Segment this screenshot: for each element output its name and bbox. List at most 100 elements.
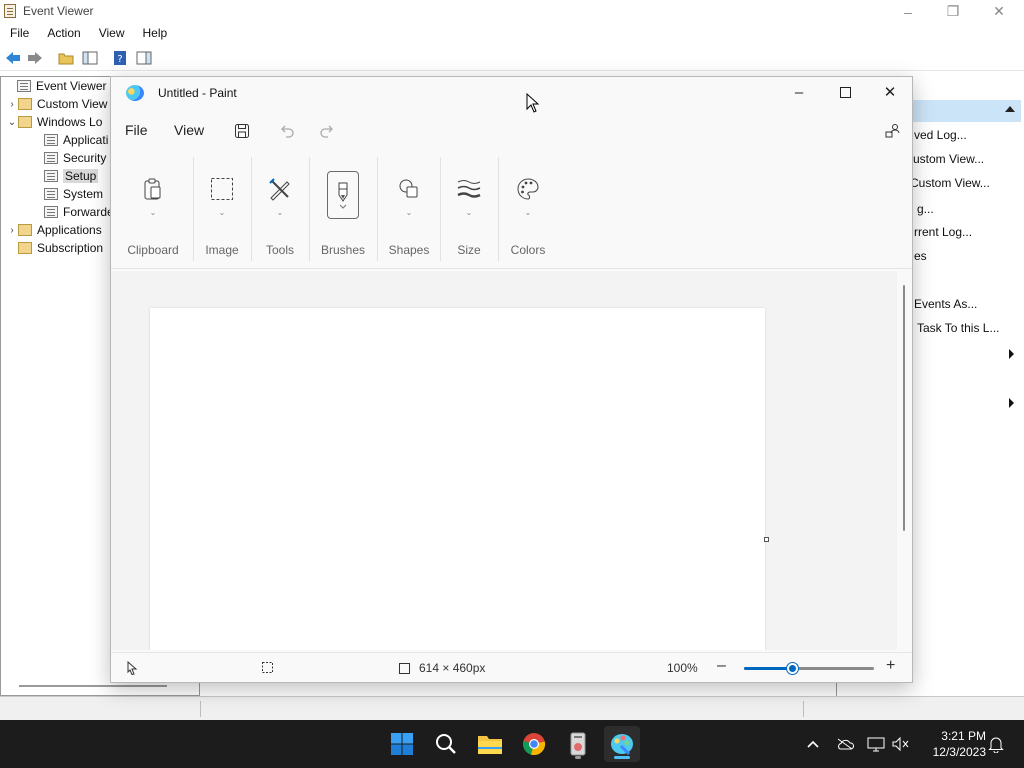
- undo-icon[interactable]: [274, 118, 300, 144]
- chevron-up-icon[interactable]: [803, 734, 823, 754]
- canvas-resize-handle[interactable]: [764, 537, 769, 542]
- stroke-size-icon[interactable]: [453, 173, 485, 205]
- paint-ribbon: ⌄ Clipboard ⌄ Image ⌄ Tools Brushes ⌄ Sh…: [111, 151, 912, 269]
- back-arrow-icon[interactable]: [4, 49, 22, 67]
- tree-item-application[interactable]: Applicati: [32, 131, 108, 149]
- action-clear-log[interactable]: g...: [917, 202, 934, 216]
- volume-muted-icon[interactable]: [891, 734, 911, 754]
- log-icon: [44, 134, 58, 146]
- ribbon-group-image[interactable]: ⌄ Image: [195, 153, 249, 265]
- taskbar-paint[interactable]: [604, 726, 640, 762]
- chevron-down-icon[interactable]: ⌄: [466, 208, 473, 217]
- ribbon-group-colors[interactable]: ⌄ Colors: [500, 153, 556, 265]
- ribbon-label: Image: [205, 243, 239, 257]
- submenu-arrow-icon[interactable]: [1009, 398, 1014, 408]
- ribbon-label: Clipboard: [127, 243, 179, 257]
- action-import-custom-view[interactable]: Custom View...: [910, 176, 990, 190]
- start-button[interactable]: [384, 726, 420, 762]
- tree-item-system[interactable]: System: [32, 185, 103, 203]
- select-rectangle-icon[interactable]: [206, 173, 238, 205]
- zoom-out-icon[interactable]: –: [717, 657, 726, 675]
- mouse-cursor-icon: [526, 92, 540, 113]
- canvas-vertical-scrollbar[interactable]: [903, 285, 905, 531]
- tree-item-event-viewer[interactable]: Event Viewer (Lo: [5, 77, 127, 95]
- save-icon[interactable]: [229, 118, 255, 144]
- notifications-bell-icon[interactable]: [986, 734, 1006, 754]
- action-properties[interactable]: es: [914, 249, 927, 263]
- console-tree-icon[interactable]: [81, 49, 99, 67]
- event-viewer-titlebar[interactable]: Event Viewer – ❐ ✕: [0, 0, 1024, 23]
- tools-icon[interactable]: [264, 173, 296, 205]
- menu-file[interactable]: File: [0, 23, 37, 44]
- menu-view[interactable]: View: [174, 122, 204, 138]
- chevron-down-icon[interactable]: ⌄: [150, 208, 157, 217]
- action-attach-task[interactable]: Task To this L...: [917, 321, 999, 335]
- log-icon: [44, 152, 58, 164]
- help-icon[interactable]: ?: [111, 49, 129, 67]
- brush-icon[interactable]: [327, 171, 359, 219]
- taskbar-search-button[interactable]: [428, 726, 464, 762]
- chevron-down-icon[interactable]: ⌄: [219, 208, 226, 217]
- zoom-in-icon[interactable]: +: [886, 657, 895, 675]
- menu-help[interactable]: Help: [133, 23, 176, 44]
- redo-icon[interactable]: [314, 118, 340, 144]
- ribbon-group-shapes[interactable]: ⌄ Shapes: [379, 153, 439, 265]
- canvas-size-status: 614 × 460px: [398, 661, 485, 675]
- menu-file[interactable]: File: [125, 122, 148, 138]
- tree-item-windows-logs[interactable]: ⌄ Windows Lo: [6, 113, 103, 131]
- taskbar-chrome[interactable]: [516, 726, 552, 762]
- network-icon[interactable]: [866, 734, 886, 754]
- ribbon-group-tools[interactable]: ⌄ Tools: [253, 153, 307, 265]
- tree-item-custom-views[interactable]: › Custom View: [6, 95, 107, 113]
- drawing-canvas[interactable]: [150, 308, 765, 650]
- action-create-custom-view[interactable]: ustom View...: [913, 152, 984, 166]
- open-folder-icon[interactable]: [57, 49, 75, 67]
- clipboard-icon[interactable]: [137, 173, 169, 205]
- account-settings-icon[interactable]: [880, 118, 906, 144]
- taskbar-file-explorer[interactable]: [472, 726, 508, 762]
- action-filter-current-log[interactable]: rrent Log...: [914, 225, 972, 239]
- zoom-slider[interactable]: [744, 663, 874, 674]
- ribbon-group-brushes[interactable]: Brushes: [311, 153, 375, 265]
- maximize-icon[interactable]: [822, 77, 868, 107]
- minimize-icon[interactable]: –: [776, 77, 822, 107]
- paint-titlebar[interactable]: Untitled - Paint – ✕: [111, 77, 912, 109]
- zoom-level-label[interactable]: 100%: [667, 661, 698, 675]
- tree-horizontal-scrollbar[interactable]: [19, 685, 167, 687]
- action-save-all-events-as[interactable]: Events As...: [914, 297, 977, 311]
- action-pane-icon[interactable]: [135, 49, 153, 67]
- chevron-down-icon[interactable]: ⌄: [6, 117, 18, 128]
- close-icon[interactable]: ✕: [976, 0, 1022, 23]
- paint-app-icon: [126, 85, 144, 101]
- tree-item-subscriptions[interactable]: Subscription: [6, 239, 103, 257]
- collapse-up-icon[interactable]: [1005, 106, 1015, 112]
- minimize-icon[interactable]: –: [885, 0, 931, 23]
- ribbon-label: Size: [457, 243, 481, 257]
- onedrive-icon[interactable]: [835, 734, 855, 754]
- palette-icon[interactable]: [512, 173, 544, 205]
- chevron-right-icon[interactable]: ›: [6, 99, 18, 110]
- restore-icon[interactable]: ❐: [930, 0, 976, 23]
- taskbar-clock[interactable]: 3:21 PM 12/3/2023: [918, 728, 986, 760]
- tree-item-applications-services[interactable]: › Applications: [6, 221, 101, 239]
- ribbon-group-clipboard[interactable]: ⌄ Clipboard: [121, 153, 185, 265]
- action-open-saved-log[interactable]: ved Log...: [914, 128, 967, 142]
- event-viewer-menubar: File Action View Help: [0, 23, 1024, 44]
- tree-item-forwarded-events[interactable]: Forwarde: [32, 203, 114, 221]
- ribbon-group-size[interactable]: ⌄ Size: [442, 153, 496, 265]
- taskbar-event-viewer[interactable]: [560, 726, 596, 762]
- chevron-down-icon[interactable]: ⌄: [406, 208, 413, 217]
- tree-item-security[interactable]: Security: [32, 149, 106, 167]
- chevron-down-icon[interactable]: ⌄: [277, 208, 284, 217]
- tree-item-setup[interactable]: Setup: [32, 167, 99, 185]
- menu-action[interactable]: Action: [37, 23, 88, 44]
- menu-view[interactable]: View: [89, 23, 133, 44]
- close-icon[interactable]: ✕: [867, 77, 913, 107]
- submenu-arrow-icon[interactable]: [1009, 349, 1014, 359]
- paint-window: Untitled - Paint – ✕ File View ⌄ Clipboa…: [110, 76, 913, 683]
- chevron-down-icon[interactable]: ⌄: [525, 208, 532, 217]
- zoom-slider-thumb[interactable]: [787, 663, 798, 674]
- forward-arrow-icon[interactable]: [26, 49, 44, 67]
- shapes-icon[interactable]: [393, 173, 425, 205]
- chevron-right-icon[interactable]: ›: [6, 225, 18, 236]
